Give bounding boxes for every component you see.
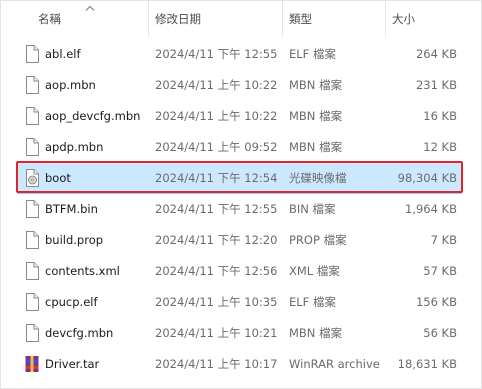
file-row[interactable]: boot 2024/4/11 下午 12:54 光碟映像檔 98,304 KB	[17, 162, 462, 194]
file-type: ELF 檔案	[289, 47, 336, 61]
file-size: 16 KB	[423, 109, 457, 123]
file-size: 264 KB	[415, 47, 457, 61]
file-icon	[25, 200, 39, 218]
file-modified-date: 2024/4/11 下午 12:55	[155, 202, 278, 216]
column-header-size[interactable]: 大小	[392, 1, 415, 37]
file-size: 18,631 KB	[397, 357, 457, 371]
column-header-name[interactable]: 名稱	[38, 1, 61, 37]
file-icon	[25, 324, 39, 342]
column-header-row: 名稱 修改日期 類型 大小	[1, 1, 481, 37]
file-type: MBN 檔案	[289, 326, 343, 340]
file-modified-date: 2024/4/11 上午 10:22	[155, 78, 278, 92]
file-size: 12 KB	[423, 140, 457, 154]
file-modified-date: 2024/4/11 上午 09:52	[155, 140, 278, 154]
file-name: BTFM.bin	[45, 202, 98, 216]
file-icon	[25, 231, 39, 249]
file-size: 156 KB	[415, 295, 457, 309]
file-size: 7 KB	[430, 233, 457, 247]
file-row[interactable]: build.prop 2024/4/11 下午 12:20 PROP 檔案 7 KB	[18, 225, 461, 255]
file-modified-date: 2024/4/11 上午 10:35	[155, 295, 278, 309]
file-row[interactable]: abl.elf 2024/4/11 下午 12:55 ELF 檔案 264 KB	[18, 39, 461, 69]
file-name: apdp.mbn	[45, 140, 104, 154]
file-icon	[25, 293, 39, 311]
file-row[interactable]: cpucp.elf 2024/4/11 上午 10:35 ELF 檔案 156 KB	[18, 287, 461, 317]
file-type: PROP 檔案	[289, 233, 347, 247]
file-icon	[25, 45, 39, 63]
sort-ascending-icon	[85, 5, 95, 11]
file-row[interactable]: aop.mbn 2024/4/11 上午 10:22 MBN 檔案 231 KB	[18, 70, 461, 100]
file-type: WinRAR archive	[289, 357, 380, 371]
file-name: aop.mbn	[45, 78, 96, 92]
file-modified-date: 2024/4/11 下午 12:20	[155, 233, 278, 247]
file-modified-date: 2024/4/11 下午 12:56	[155, 264, 278, 278]
file-icon	[25, 262, 39, 280]
file-type: ELF 檔案	[289, 295, 336, 309]
file-explorer-list: 名稱 修改日期 類型 大小 abl.elf 2024/4/11 下午 12:55 E…	[0, 0, 482, 389]
file-icon	[25, 107, 39, 125]
file-name: abl.elf	[45, 47, 81, 61]
file-icon	[25, 76, 39, 94]
column-header-date[interactable]: 修改日期	[155, 1, 201, 37]
winrar-archive-icon	[25, 355, 39, 373]
disc-image-icon	[25, 169, 39, 187]
file-size: 57 KB	[423, 264, 457, 278]
file-row[interactable]: devcfg.mbn 2024/4/11 上午 10:21 MBN 檔案 56 KB	[18, 318, 461, 348]
file-size: 98,304 KB	[397, 171, 457, 185]
file-modified-date: 2024/4/11 下午 12:54	[155, 171, 278, 185]
file-type: MBN 檔案	[289, 78, 343, 92]
file-type: BIN 檔案	[289, 202, 336, 216]
file-type: MBN 檔案	[289, 109, 343, 123]
column-header-type[interactable]: 類型	[289, 1, 312, 37]
file-row[interactable]: aop_devcfg.mbn 2024/4/11 上午 10:22 MBN 檔案 16…	[18, 101, 461, 131]
file-modified-date: 2024/4/11 上午 10:17	[155, 357, 278, 371]
file-size: 1,964 KB	[404, 202, 457, 216]
file-type: 光碟映像檔	[289, 171, 347, 185]
file-row[interactable]: contents.xml 2024/4/11 下午 12:56 XML 檔案 57 K…	[18, 256, 461, 286]
file-row[interactable]: Driver.tar 2024/4/11 上午 10:17 WinRAR archi…	[18, 349, 461, 379]
file-name: Driver.tar	[45, 357, 100, 371]
file-size: 231 KB	[415, 78, 457, 92]
file-name: cpucp.elf	[45, 295, 98, 309]
file-type: MBN 檔案	[289, 140, 343, 154]
file-name: devcfg.mbn	[45, 326, 114, 340]
column-divider[interactable]	[148, 1, 149, 37]
file-name: contents.xml	[45, 264, 120, 278]
file-row[interactable]: apdp.mbn 2024/4/11 上午 09:52 MBN 檔案 12 KB	[18, 132, 461, 162]
file-type: XML 檔案	[289, 264, 340, 278]
file-modified-date: 2024/4/11 上午 10:21	[155, 326, 278, 340]
file-name: aop_devcfg.mbn	[45, 109, 141, 123]
file-row[interactable]: BTFM.bin 2024/4/11 下午 12:55 BIN 檔案 1,964 KB	[18, 194, 461, 224]
file-modified-date: 2024/4/11 下午 12:55	[155, 47, 278, 61]
file-modified-date: 2024/4/11 上午 10:22	[155, 109, 278, 123]
column-divider[interactable]	[282, 1, 283, 37]
file-name: boot	[45, 171, 71, 185]
file-icon	[25, 138, 39, 156]
file-size: 56 KB	[423, 326, 457, 340]
column-divider[interactable]	[385, 1, 386, 37]
file-name: build.prop	[45, 233, 104, 247]
